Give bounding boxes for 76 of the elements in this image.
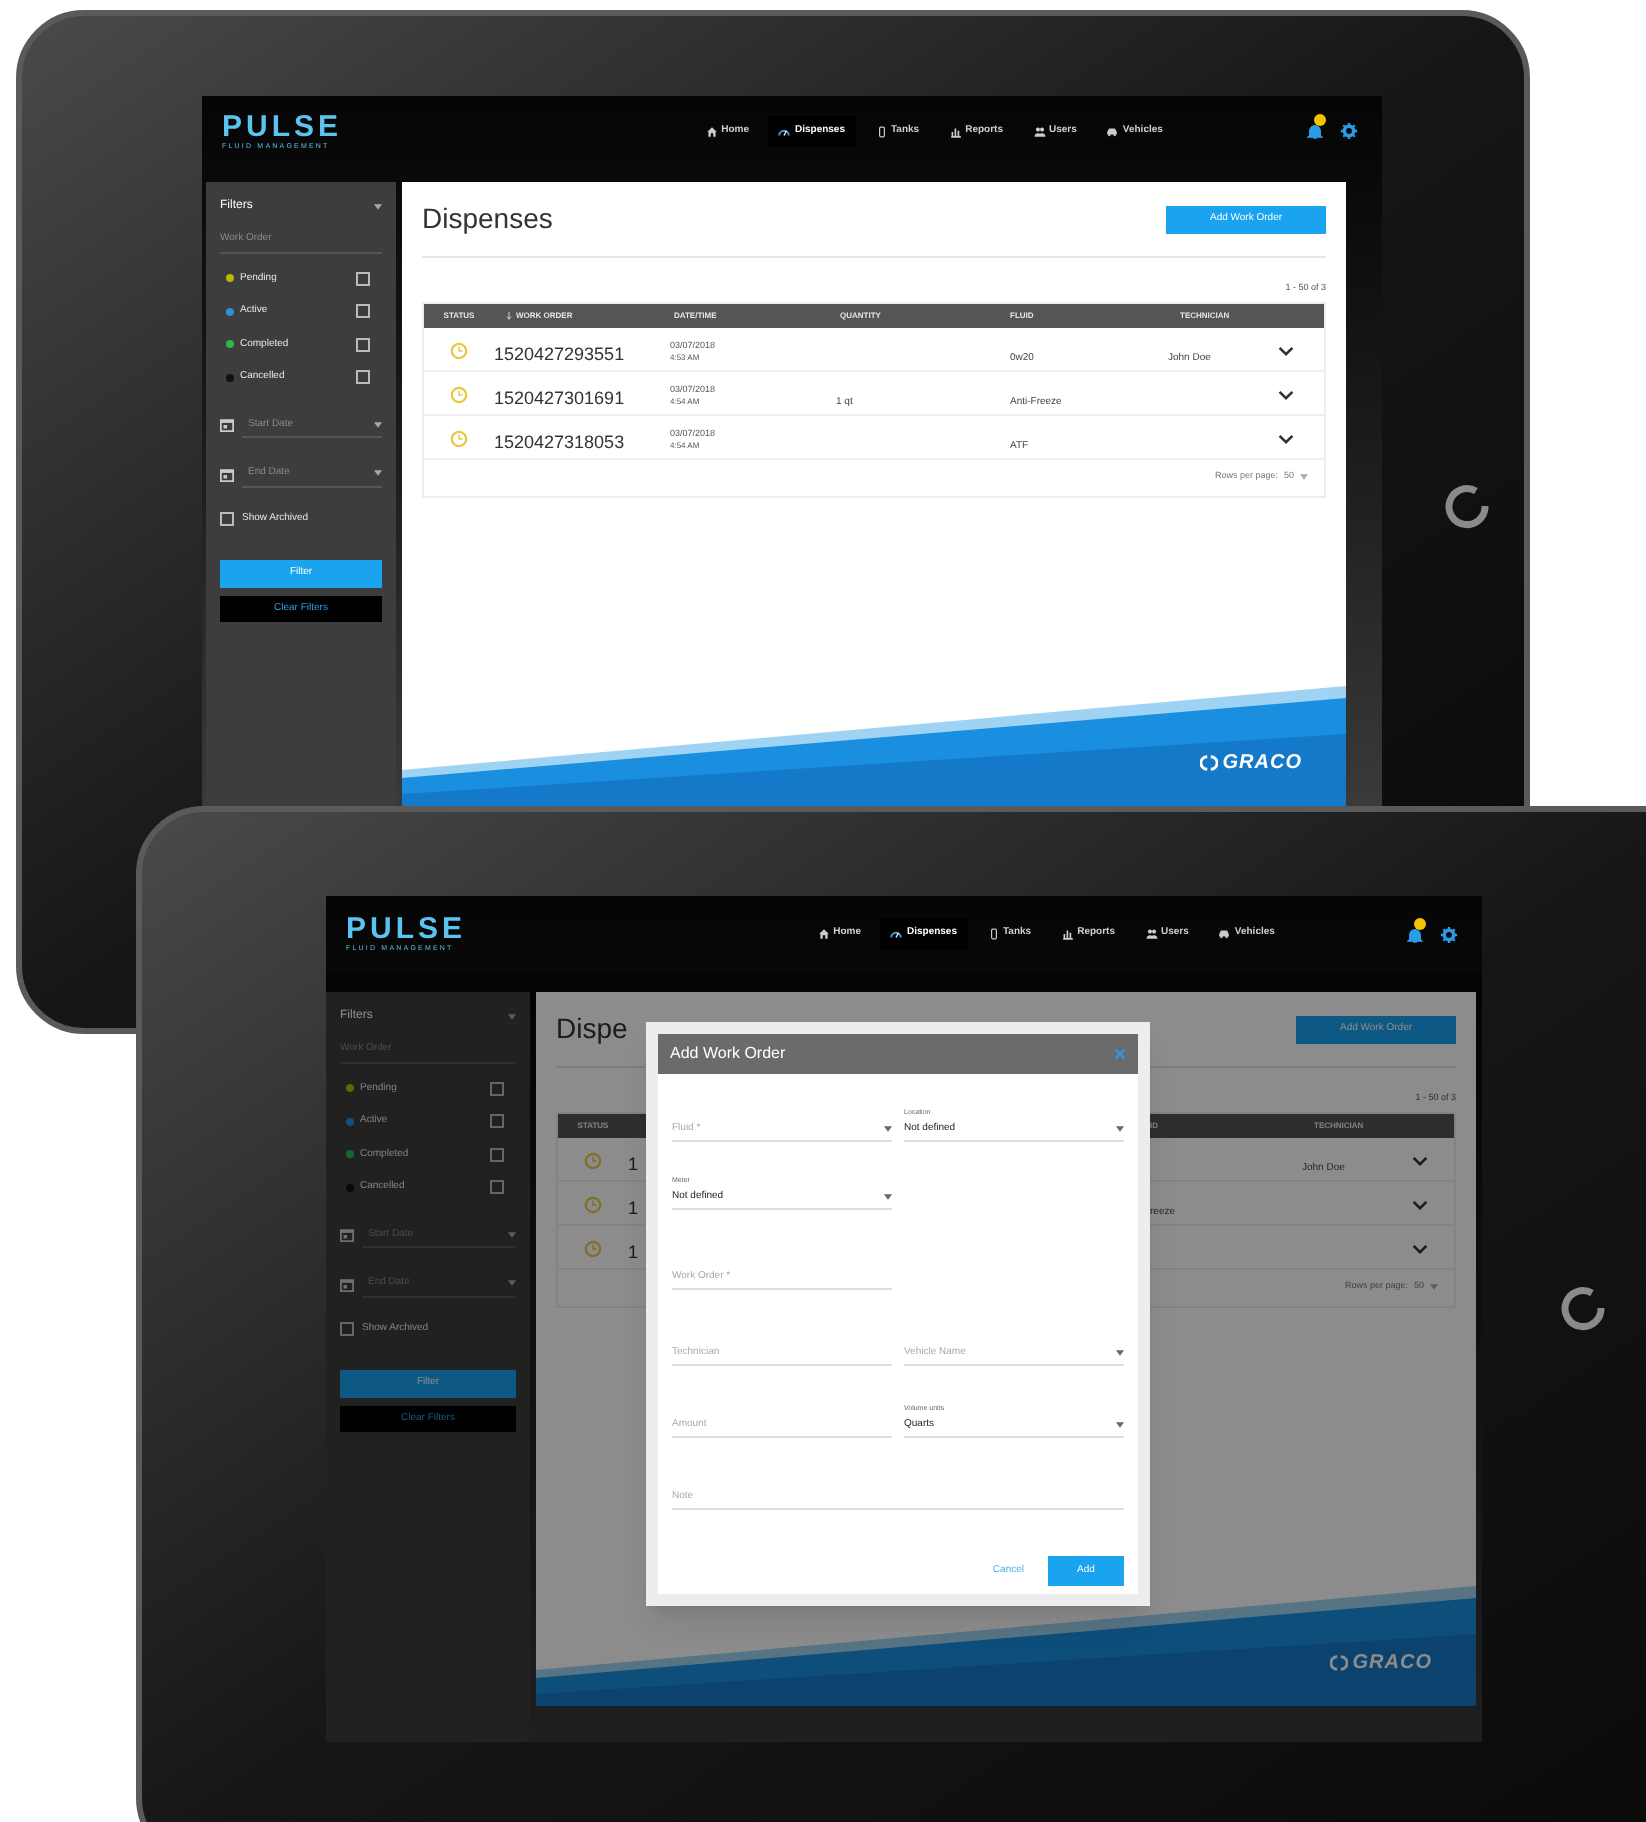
caret-icon — [508, 1280, 516, 1287]
caret-icon — [374, 470, 382, 477]
work-order-cell: 1 — [628, 1153, 639, 1174]
caret-icon — [374, 421, 382, 428]
chevron-down-icon — [1278, 390, 1294, 401]
caret-icon — [374, 204, 382, 210]
logo-text: PULSE — [346, 914, 469, 945]
work-order-cell: 1 — [628, 1197, 639, 1218]
home-button-icon — [1444, 482, 1492, 530]
caret-icon — [1116, 1125, 1124, 1132]
status-clock-icon — [450, 386, 468, 405]
settings-icon — [1340, 122, 1358, 140]
chevron-down-icon — [1412, 1156, 1428, 1167]
page-title: Dispe — [556, 1010, 628, 1048]
caret-icon — [1430, 1284, 1438, 1291]
bell-icon — [1306, 122, 1324, 140]
work-order-cell: 1 — [628, 1241, 639, 1262]
calendar-icon — [220, 467, 234, 482]
status-clock-icon — [584, 1152, 602, 1171]
checkbox[interactable] — [490, 1081, 504, 1096]
notification-dot-icon — [1314, 114, 1326, 126]
page-title: Dispenses — [422, 200, 553, 238]
caret-icon — [508, 1231, 516, 1238]
checkbox[interactable] — [340, 1321, 354, 1336]
caret-icon — [1116, 1349, 1124, 1356]
checkbox[interactable] — [490, 1147, 504, 1162]
work-order-cell: 1520427301691 — [494, 387, 625, 408]
logo-text: PULSE — [222, 111, 345, 142]
bar-chart-icon — [1061, 928, 1074, 940]
bell-icon — [1406, 925, 1424, 943]
checkbox[interactable] — [356, 370, 370, 385]
tank-icon — [875, 125, 887, 137]
gauge-icon — [890, 928, 903, 940]
checkbox[interactable] — [220, 511, 234, 526]
house-icon — [705, 125, 718, 137]
gauge-icon — [778, 125, 791, 137]
checkbox[interactable] — [356, 337, 370, 352]
checkbox[interactable] — [490, 1114, 504, 1129]
caret-icon — [884, 1193, 892, 1200]
close-icon — [1114, 1048, 1126, 1060]
work-order-cell: 1520427318053 — [494, 431, 625, 452]
caret-icon — [884, 1125, 892, 1132]
modal-title: Add Work Order — [670, 1042, 786, 1066]
car-icon — [1106, 125, 1119, 137]
tank-icon — [987, 928, 999, 940]
calendar-icon — [340, 1228, 354, 1243]
checkbox[interactable] — [356, 271, 370, 286]
brand-logo-icon — [1330, 1654, 1349, 1672]
chevron-down-icon — [1278, 346, 1294, 357]
work-order-cell: 1520427293551 — [494, 343, 625, 364]
caret-icon — [1116, 1421, 1124, 1428]
status-clock-icon — [584, 1240, 602, 1259]
status-clock-icon — [584, 1196, 602, 1215]
calendar-icon — [340, 1277, 354, 1292]
calendar-icon — [220, 418, 234, 433]
brand-logo-icon — [1200, 754, 1219, 772]
sort-arrow-icon — [506, 311, 512, 320]
bar-chart-icon — [949, 125, 962, 137]
home-button-icon — [1560, 1284, 1608, 1332]
checkbox[interactable] — [490, 1180, 504, 1195]
caret-icon — [1300, 474, 1308, 481]
status-clock-icon — [450, 430, 468, 449]
status-clock-icon — [450, 342, 468, 361]
house-icon — [817, 928, 830, 940]
brand-name: GRACO — [1352, 1650, 1432, 1678]
caret-icon — [508, 1014, 516, 1020]
users-icon — [1145, 928, 1157, 940]
notification-dot-icon — [1414, 917, 1426, 929]
car-icon — [1218, 928, 1231, 940]
users-icon — [1033, 125, 1045, 137]
brand-name: GRACO — [1222, 750, 1302, 778]
checkbox[interactable] — [356, 304, 370, 319]
chevron-down-icon — [1278, 434, 1294, 445]
chevron-down-icon — [1412, 1244, 1428, 1255]
settings-icon — [1440, 925, 1458, 943]
chevron-down-icon — [1412, 1200, 1428, 1211]
